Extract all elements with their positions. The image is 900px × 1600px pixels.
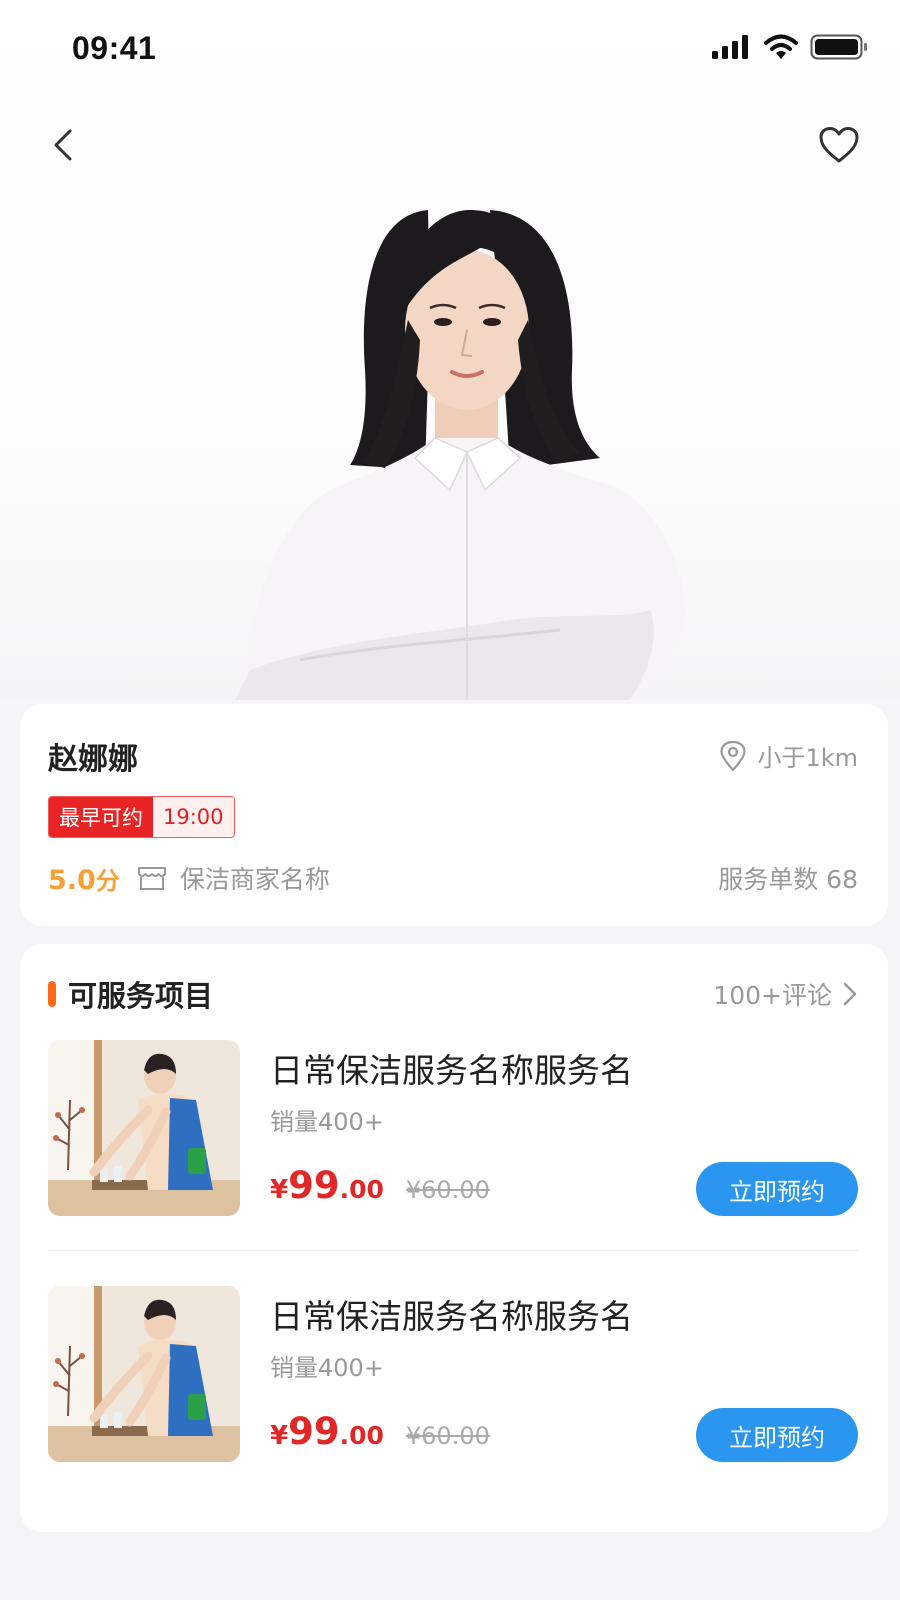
price-decimal: .00 — [339, 1175, 384, 1204]
earliest-label: 最早可约 — [49, 797, 153, 837]
worker-meta-row: 5.0分 保洁商家名称 服务单数 68 — [48, 860, 858, 896]
location-pin-icon — [720, 740, 747, 771]
chevron-right-icon — [843, 982, 857, 1006]
profile-card: 赵娜娜 小于1km 最早可约 19:00 5.0分 保洁商家名称 服务单数 68 — [20, 704, 888, 926]
wifi-icon — [764, 34, 798, 59]
services-card: 可服务项目 100+评论 日常保洁服务名称服务名 销量400+ ¥ 99 .00… — [20, 944, 888, 1532]
distance-text: 小于1km — [757, 744, 858, 772]
service-sales: 销量400+ — [270, 1354, 384, 1382]
service-name[interactable]: 日常保洁服务名称服务名 — [270, 1290, 633, 1338]
service-item[interactable]: 日常保洁服务名称服务名 销量400+ ¥ 99 .00 ¥60.00 立即预约 — [48, 1040, 858, 1216]
services-title: 可服务项目 — [68, 979, 214, 1013]
price-currency: ¥ — [270, 1175, 289, 1205]
worker-portrait — [235, 210, 685, 700]
price-decimal: .00 — [339, 1421, 384, 1450]
battery-icon — [810, 34, 867, 60]
earliest-time: 19:00 — [153, 797, 234, 837]
book-now-button[interactable]: 立即预约 — [696, 1408, 858, 1462]
earliest-appointment-tag: 最早可约 19:00 — [48, 796, 235, 838]
status-icons — [712, 34, 868, 60]
service-thumbnail — [48, 1286, 240, 1462]
chevron-left-icon — [54, 129, 72, 161]
worker-name: 赵娜娜 — [48, 742, 138, 777]
service-item[interactable]: 日常保洁服务名称服务名 销量400+ ¥ 99 .00 ¥60.00 立即预约 — [48, 1286, 858, 1462]
rating-value: 5.0 — [48, 864, 96, 896]
reviews-link-text: 100+评论 — [713, 981, 832, 1010]
signal-icon — [712, 35, 748, 59]
reviews-link[interactable]: 100+评论 — [713, 976, 858, 1012]
order-count: 服务单数 68 — [718, 865, 858, 894]
distance-info: 小于1km — [719, 738, 858, 773]
price-row: ¥ 99 .00 ¥60.00 — [270, 1410, 490, 1453]
status-bar: 09:41 — [0, 0, 900, 100]
original-price: ¥60.00 — [405, 1176, 490, 1204]
merchant-name[interactable]: 保洁商家名称 — [180, 860, 330, 896]
hero-section: 09:41 — [0, 0, 900, 700]
service-name[interactable]: 日常保洁服务名称服务名 — [270, 1044, 633, 1092]
original-price: ¥60.00 — [405, 1422, 490, 1450]
price-integer: 99 — [288, 1164, 340, 1207]
price-integer: 99 — [288, 1410, 340, 1453]
price-row: ¥ 99 .00 ¥60.00 — [270, 1164, 490, 1207]
store-icon — [136, 864, 168, 892]
status-time: 09:41 — [72, 30, 157, 66]
price-currency: ¥ — [270, 1421, 289, 1451]
favorite-button[interactable] — [816, 122, 862, 168]
heart-outline-icon — [819, 127, 859, 163]
rating-unit: 分 — [95, 866, 120, 895]
book-now-button[interactable]: 立即预约 — [696, 1162, 858, 1216]
back-button[interactable] — [40, 122, 86, 168]
service-sales: 销量400+ — [270, 1108, 384, 1136]
services-header: 可服务项目 100+评论 — [48, 974, 858, 1014]
rating-score: 5.0分 — [48, 861, 120, 896]
item-divider — [48, 1250, 858, 1251]
service-thumbnail — [48, 1040, 240, 1216]
section-accent-bar — [48, 981, 56, 1007]
